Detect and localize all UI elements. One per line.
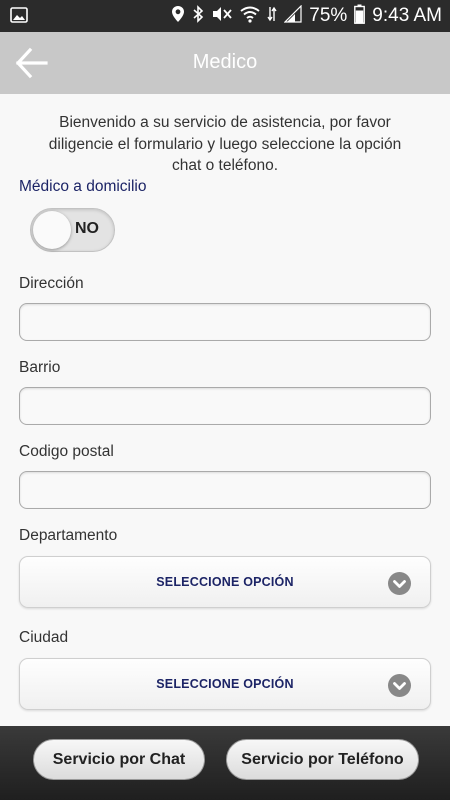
- phone-service-button[interactable]: Servicio por Teléfono: [226, 739, 419, 780]
- address-label: Dirección: [19, 275, 84, 292]
- chat-service-button[interactable]: Servicio por Chat: [33, 739, 205, 780]
- battery-percent: 75%: [309, 5, 348, 26]
- image-icon: [10, 7, 28, 28]
- clock: 9:43 AM: [372, 5, 442, 26]
- status-bar: 75% 9:43 AM: [0, 0, 450, 32]
- home-visit-label: Médico a domicilio: [19, 178, 147, 195]
- status-icons: 75% 9:43 AM: [171, 4, 442, 28]
- department-select[interactable]: SELECCIONE OPCIÓN: [19, 556, 431, 608]
- signal-icon: [283, 4, 302, 28]
- city-selected: SELECCIONE OPCIÓN: [156, 677, 294, 691]
- city-select[interactable]: SELECCIONE OPCIÓN: [19, 658, 431, 710]
- mute-icon: [211, 5, 233, 28]
- screen: 75% 9:43 AM Medico Bienvenido a su servi…: [0, 0, 450, 800]
- location-icon: [171, 5, 185, 28]
- bottom-action-bar: Servicio por Chat Servicio por Teléfono: [0, 726, 450, 800]
- toggle-knob: [33, 211, 71, 249]
- intro-text: Bienvenido a su servicio de asistencia, …: [48, 114, 402, 174]
- neighborhood-input[interactable]: [19, 387, 431, 425]
- address-input[interactable]: [19, 303, 431, 341]
- toggle-value: NO: [75, 220, 99, 237]
- postal-code-label: Codigo postal: [19, 443, 114, 460]
- form-content[interactable]: Bienvenido a su servicio de asistencia, …: [0, 94, 450, 726]
- chevron-down-icon: [388, 572, 411, 595]
- home-visit-toggle[interactable]: NO: [30, 208, 115, 252]
- battery-icon: [354, 4, 366, 29]
- wifi-icon: [240, 5, 260, 28]
- city-label: Ciudad: [19, 629, 69, 646]
- app-bar: Medico: [0, 32, 450, 94]
- department-selected: SELECCIONE OPCIÓN: [156, 575, 294, 589]
- bluetooth-icon: [192, 4, 204, 28]
- department-label: Departamento: [19, 527, 118, 544]
- postal-code-input[interactable]: [19, 471, 431, 509]
- neighborhood-label: Barrio: [19, 359, 61, 376]
- chevron-down-icon: [388, 674, 411, 697]
- page-title: Medico: [192, 51, 258, 73]
- data-icon: [267, 5, 277, 28]
